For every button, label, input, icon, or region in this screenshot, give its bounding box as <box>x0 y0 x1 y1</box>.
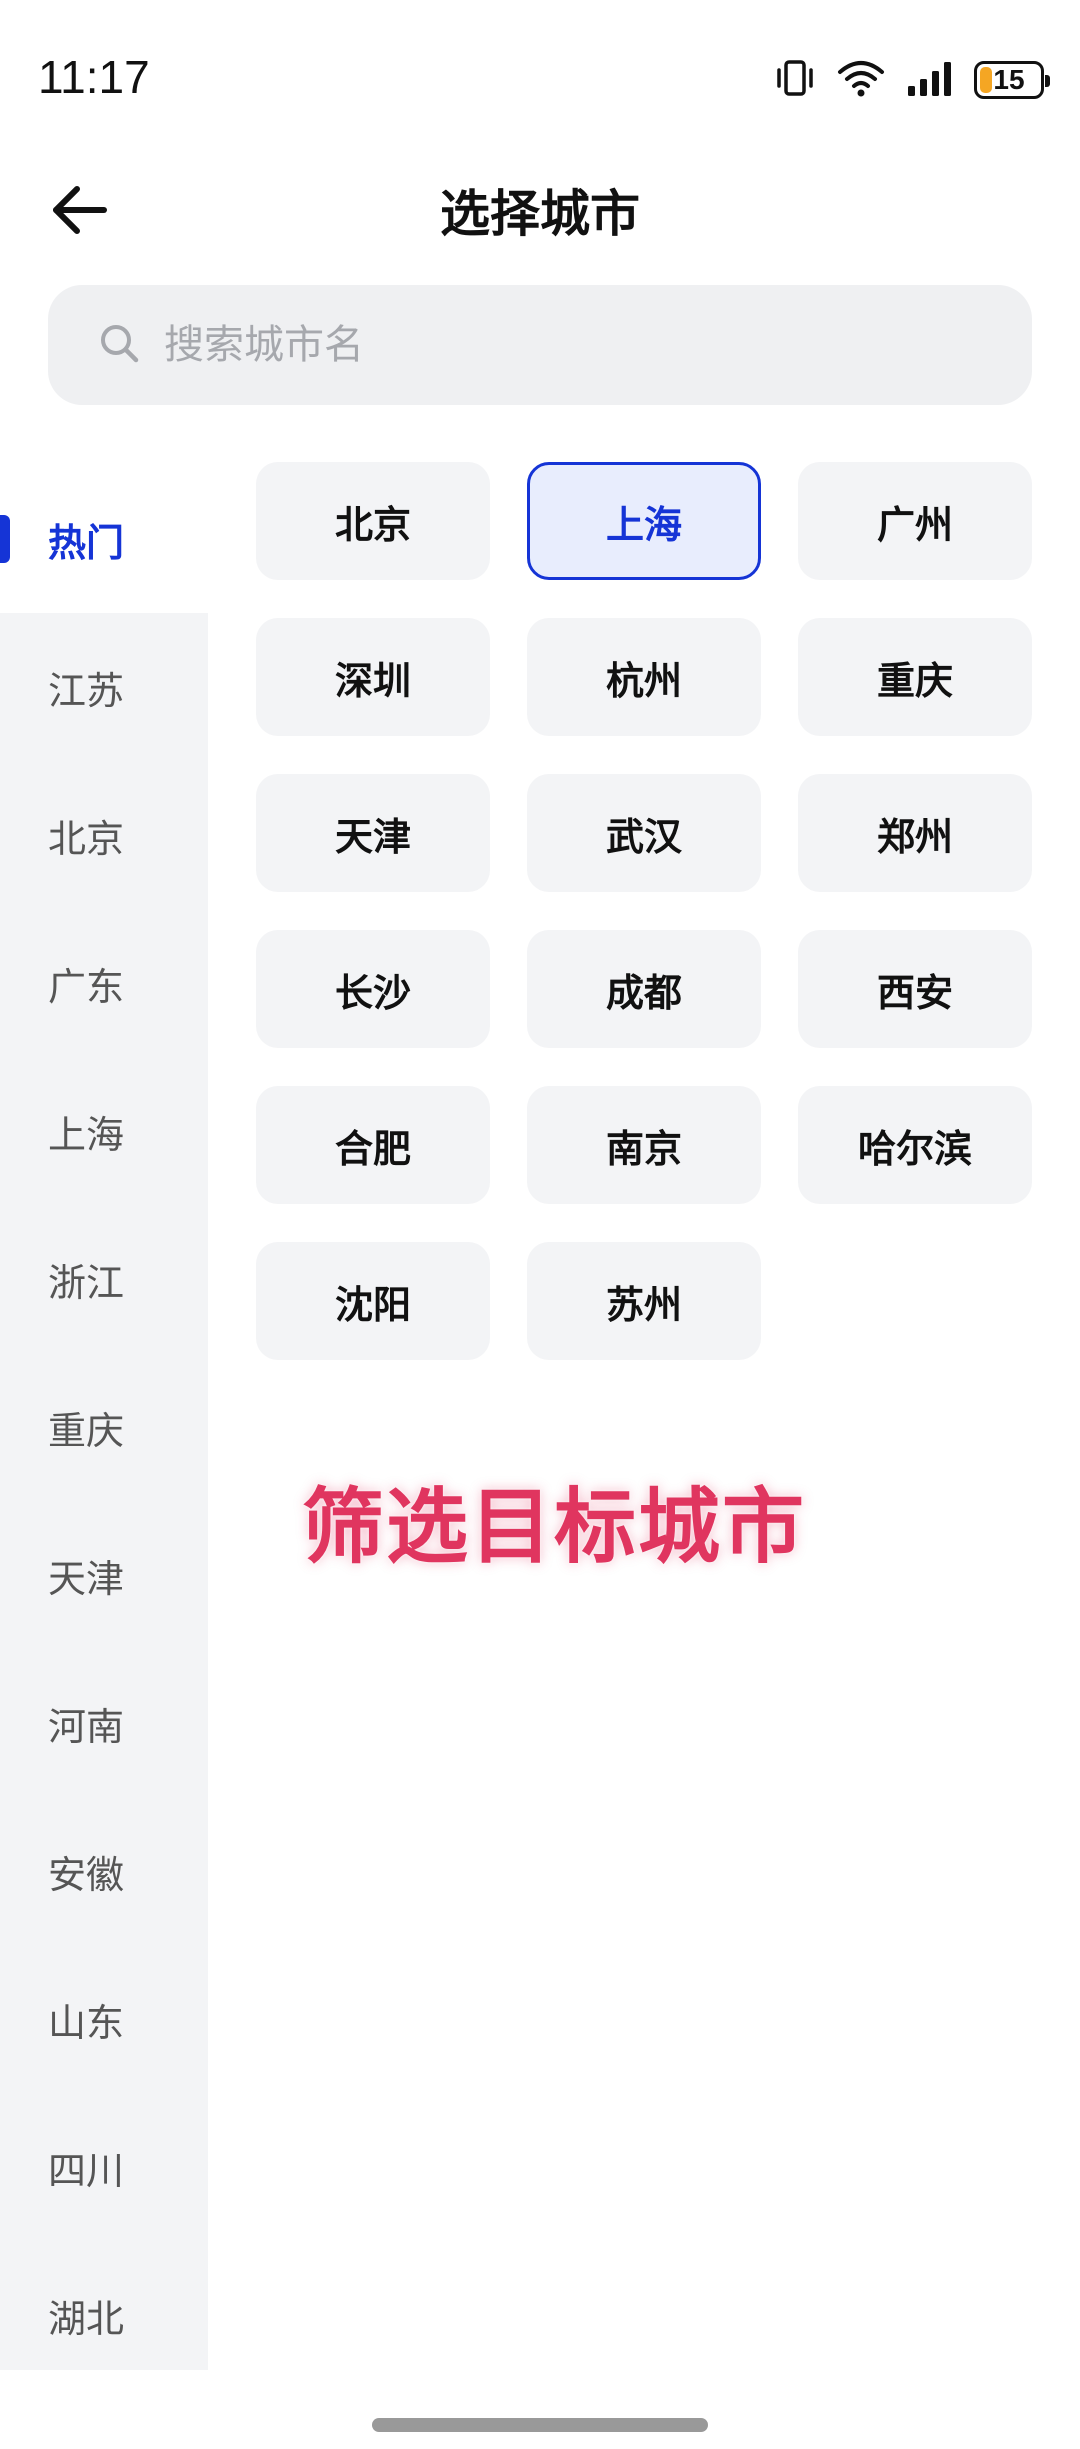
sidebar-item-label: 热门 <box>48 520 125 565</box>
battery-tip <box>1045 75 1050 87</box>
city-button[interactable]: 南京 <box>527 1086 761 1204</box>
sidebar-item[interactable]: 广东 <box>0 909 208 1057</box>
search-icon <box>98 322 140 368</box>
overlay-caption: 筛选目标城市 <box>301 1480 806 1575</box>
sidebar-item-label: 广东 <box>48 964 125 1009</box>
status-time: 11:17 <box>38 51 150 103</box>
city-button[interactable]: 重庆 <box>798 618 1032 736</box>
sidebar-item-label: 上海 <box>48 1112 125 1157</box>
search-input[interactable] <box>162 321 966 369</box>
sidebar-item-label: 重庆 <box>48 1408 125 1453</box>
sidebar-item-label: 山东 <box>48 2000 125 2045</box>
sidebar-item-label: 四川 <box>48 2148 125 2193</box>
sidebar-item[interactable]: 江苏 <box>0 613 208 761</box>
city-button[interactable]: 西安 <box>798 930 1032 1048</box>
city-button[interactable]: 广州 <box>798 462 1032 580</box>
city-button[interactable]: 深圳 <box>256 618 490 736</box>
back-button[interactable] <box>40 170 120 250</box>
home-indicator[interactable] <box>372 2418 708 2432</box>
arrow-left-icon <box>53 186 107 234</box>
vibrate-icon <box>774 58 816 102</box>
city-button[interactable]: 郑州 <box>798 774 1032 892</box>
search-bar[interactable] <box>48 285 1032 405</box>
city-button[interactable]: 北京 <box>256 462 490 580</box>
hot-city-grid: 北京 上海 广州深圳 杭州 重庆天津 武汉 郑州长沙 成都 西安合肥 南京 哈尔滨沈阳 苏州 <box>256 462 1032 1360</box>
city-button[interactable]: 上海 <box>527 462 761 580</box>
sidebar-item-label: 湖北 <box>48 2296 125 2341</box>
battery-level: 15 <box>993 64 1025 95</box>
sidebar-item-label: 浙江 <box>48 1260 125 1305</box>
battery-fill <box>980 67 992 93</box>
city-button[interactable]: 长沙 <box>256 930 490 1048</box>
sidebar-item[interactable]: 安徽 <box>0 1797 208 1945</box>
sidebar-item-label: 河南 <box>48 1704 125 1749</box>
battery-icon: 15 <box>974 61 1050 99</box>
sidebar-item[interactable]: 浙江 <box>0 1205 208 1353</box>
page-title: 选择城市 <box>440 185 640 243</box>
header: 选择城市 <box>0 150 1080 270</box>
city-button[interactable]: 天津 <box>256 774 490 892</box>
sidebar-item[interactable]: 热门 <box>0 465 208 613</box>
city-button[interactable]: 杭州 <box>527 618 761 736</box>
sidebar-item[interactable]: 山东 <box>0 1945 208 2093</box>
city-button[interactable]: 沈阳 <box>256 1242 490 1360</box>
province-sidebar: 热门 江苏 北京 广东 上海 浙江 重庆 天津 河南 安徽 山东 四川 湖北 <box>0 465 208 2370</box>
sidebar-item[interactable]: 四川 <box>0 2093 208 2241</box>
city-button[interactable]: 哈尔滨 <box>798 1086 1032 1204</box>
city-button[interactable]: 成都 <box>527 930 761 1048</box>
sidebar-item-label: 北京 <box>48 816 125 861</box>
sidebar-item[interactable]: 北京 <box>0 761 208 909</box>
signal-icon <box>906 58 954 102</box>
sidebar-item[interactable]: 湖北 <box>0 2241 208 2389</box>
city-button[interactable]: 合肥 <box>256 1086 490 1204</box>
sidebar-item-label: 安徽 <box>48 1852 125 1897</box>
wifi-icon <box>836 58 886 102</box>
city-button[interactable]: 武汉 <box>527 774 761 892</box>
sidebar-item-label: 江苏 <box>48 668 125 713</box>
status-bar: 11:17 15 <box>0 0 1080 150</box>
status-icons: 15 <box>774 56 1050 104</box>
city-button[interactable]: 苏州 <box>527 1242 761 1360</box>
sidebar-item[interactable]: 上海 <box>0 1057 208 1205</box>
sidebar-item[interactable]: 河南 <box>0 1649 208 1797</box>
active-indicator <box>0 515 10 563</box>
